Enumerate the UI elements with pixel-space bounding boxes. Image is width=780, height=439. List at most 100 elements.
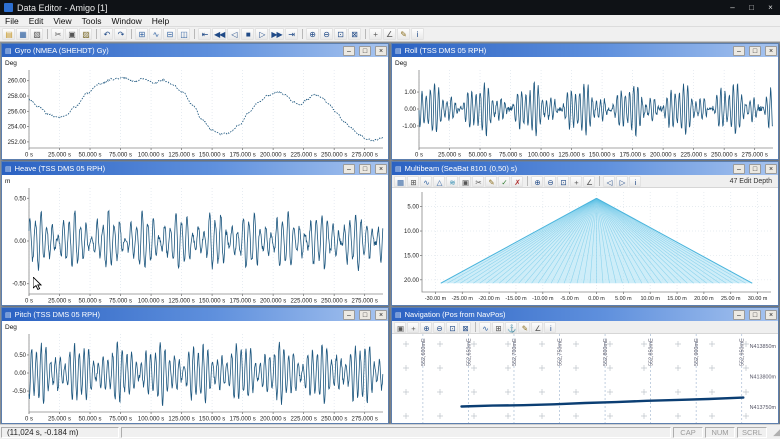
grid-view-icon[interactable]: ⊟ xyxy=(163,28,176,40)
nav-track-icon[interactable]: ∿ xyxy=(479,322,491,333)
print-icon[interactable]: ▧ xyxy=(30,28,43,40)
mb-crosshair-icon[interactable]: + xyxy=(570,176,582,187)
window-heave-maximize-button[interactable]: □ xyxy=(359,164,371,174)
mb-wave-icon[interactable]: ∿ xyxy=(420,176,432,187)
mb-zoom-box-icon[interactable]: ⊡ xyxy=(557,176,569,187)
nav-measure-icon[interactable]: ∠ xyxy=(531,322,543,333)
window-pitch-maximize-button[interactable]: □ xyxy=(359,310,371,320)
multibeam-plot[interactable]: -30.00 m-25.00 m-20.00 m-15.00 m-10.00 m… xyxy=(392,188,778,305)
step-back-icon[interactable]: ◁ xyxy=(227,28,240,40)
window-multibeam-maximize-button[interactable]: □ xyxy=(749,164,761,174)
window-gyro-titlebar[interactable]: ▤ Gyro (NMEA (SHEHDT) Gy) – □ × xyxy=(2,44,388,57)
zoom-extents-icon[interactable]: ⊠ xyxy=(348,28,361,40)
window-gyro-close-button[interactable]: × xyxy=(375,46,387,56)
cut-icon[interactable]: ✂ xyxy=(51,28,64,40)
nav-info-icon[interactable]: i xyxy=(544,322,556,333)
window-multibeam-titlebar[interactable]: ▤ Multibeam (SeaBat 8101 (0,50) s) – □ × xyxy=(392,162,778,175)
table-view-icon[interactable]: ⊞ xyxy=(135,28,148,40)
window-multibeam-minimize-button[interactable]: – xyxy=(733,164,745,174)
mb-prev-icon[interactable]: ◁ xyxy=(603,176,615,187)
zoom-in-icon[interactable]: ⊕ xyxy=(306,28,319,40)
mb-info-icon[interactable]: i xyxy=(629,176,641,187)
play-icon[interactable]: ▷ xyxy=(255,28,268,40)
crosshair-icon[interactable]: + xyxy=(369,28,382,40)
skip-start-icon[interactable]: ⇤ xyxy=(198,28,211,40)
mb-edit-icon[interactable]: ✎ xyxy=(485,176,497,187)
nav-select-icon[interactable]: ▣ xyxy=(394,322,406,333)
graph-view-icon[interactable]: ∿ xyxy=(149,28,162,40)
zoom-out-icon[interactable]: ⊖ xyxy=(320,28,333,40)
skip-end-icon[interactable]: ⇥ xyxy=(285,28,298,40)
mb-swath-icon[interactable]: △ xyxy=(433,176,445,187)
profile-view-icon[interactable]: ◫ xyxy=(177,28,190,40)
window-heave-titlebar[interactable]: ▤ Heave (TSS DMS 05 RPH) – □ × xyxy=(2,162,388,175)
window-multibeam-close-button[interactable]: × xyxy=(765,164,777,174)
mb-select-icon[interactable]: ▣ xyxy=(459,176,471,187)
mb-reject-icon[interactable]: ✗ xyxy=(511,176,523,187)
mb-accept-icon[interactable]: ✓ xyxy=(498,176,510,187)
window-pitch-titlebar[interactable]: ▤ Pitch (TSS DMS 05 RPH) – □ × xyxy=(2,308,388,321)
window-roll-maximize-button[interactable]: □ xyxy=(749,46,761,56)
menu-file[interactable]: File xyxy=(0,16,24,26)
nav-extents-icon[interactable]: ⊠ xyxy=(459,322,471,333)
zoom-window-icon[interactable]: ⊡ xyxy=(334,28,347,40)
app-minimize-button[interactable]: – xyxy=(723,0,742,15)
window-navigation-maximize-button[interactable]: □ xyxy=(749,310,761,320)
stop-icon[interactable]: ■ xyxy=(241,28,254,40)
info-icon[interactable]: i xyxy=(411,28,424,40)
window-roll-minimize-button[interactable]: – xyxy=(733,46,745,56)
menu-edit[interactable]: Edit xyxy=(24,16,49,26)
nav-grid-icon[interactable]: ⊞ xyxy=(492,322,504,333)
mb-angle-icon[interactable]: ∠ xyxy=(583,176,595,187)
copy-icon[interactable]: ▣ xyxy=(65,28,78,40)
window-gyro-minimize-button[interactable]: – xyxy=(343,46,355,56)
paste-icon[interactable]: ▨ xyxy=(79,28,92,40)
mb-table-icon[interactable]: ⊞ xyxy=(407,176,419,187)
menu-view[interactable]: View xyxy=(48,16,76,26)
nav-zoom-in-icon[interactable]: ⊕ xyxy=(420,322,432,333)
window-navigation-minimize-button[interactable]: – xyxy=(733,310,745,320)
nav-zoom-out-icon[interactable]: ⊖ xyxy=(433,322,445,333)
measure-icon[interactable]: ∠ xyxy=(383,28,396,40)
window-gyro-maximize-button[interactable]: □ xyxy=(359,46,371,56)
window-roll-titlebar[interactable]: ▤ Roll (TSS DMS 05 RPH) – □ × xyxy=(392,44,778,57)
navigation-plot[interactable]: 552,600mE552,650mE552,700mE552,750mE552,… xyxy=(392,334,778,423)
nav-pan-icon[interactable]: + xyxy=(407,322,419,333)
menu-help[interactable]: Help xyxy=(147,16,174,26)
fast-forward-icon[interactable]: ▶▶ xyxy=(269,28,283,40)
mb-save-icon[interactable]: ▦ xyxy=(394,176,406,187)
fast-rewind-icon[interactable]: ◀◀ xyxy=(212,28,226,40)
mb-zoom-in-icon[interactable]: ⊕ xyxy=(531,176,543,187)
mb-next-icon[interactable]: ▷ xyxy=(616,176,628,187)
nav-edit-icon[interactable]: ✎ xyxy=(518,322,530,333)
mb-zoom-out-icon[interactable]: ⊖ xyxy=(544,176,556,187)
window-heave-close-button[interactable]: × xyxy=(375,164,387,174)
window-pitch-minimize-button[interactable]: – xyxy=(343,310,355,320)
app-maximize-button[interactable]: □ xyxy=(742,0,761,15)
resize-grip[interactable]: ◢ xyxy=(768,425,780,439)
gyro-plot[interactable]: 0 s25.000 s50.000 s75.000 s100.000 s125.… xyxy=(2,57,388,159)
open-icon[interactable]: ▤ xyxy=(2,28,15,40)
menu-tools[interactable]: Tools xyxy=(77,16,107,26)
redo-icon[interactable]: ↷ xyxy=(114,28,127,40)
mb-beams-icon[interactable]: ≋ xyxy=(446,176,458,187)
nav-anchor-icon[interactable]: ⚓ xyxy=(505,322,517,333)
window-roll-close-button[interactable]: × xyxy=(765,46,777,56)
svg-text:25.000 s: 25.000 s xyxy=(48,299,71,305)
pitch-plot[interactable]: 0 s25.000 s50.000 s75.000 s100.000 s125.… xyxy=(2,321,388,423)
menu-window[interactable]: Window xyxy=(106,16,146,26)
undo-icon[interactable]: ↶ xyxy=(100,28,113,40)
window-pitch-close-button[interactable]: × xyxy=(375,310,387,320)
heave-plot[interactable]: 0 s25.000 s50.000 s75.000 s100.000 s125.… xyxy=(2,175,388,305)
window-navigation-titlebar[interactable]: ▤ Navigation (Pos from NavPos) – □ × xyxy=(392,308,778,321)
window-heave-minimize-button[interactable]: – xyxy=(343,164,355,174)
svg-text:254.00: 254.00 xyxy=(8,125,27,131)
app-titlebar[interactable]: Data Editor - Amigo [1] – □ × xyxy=(0,0,780,15)
save-icon[interactable]: ▦ xyxy=(16,28,29,40)
window-navigation-close-button[interactable]: × xyxy=(765,310,777,320)
roll-plot[interactable]: 0 s25.000 s50.000 s75.000 s100.000 s125.… xyxy=(392,57,778,159)
app-close-button[interactable]: × xyxy=(761,0,780,15)
nav-zoom-box-icon[interactable]: ⊡ xyxy=(446,322,458,333)
mb-erase-icon[interactable]: ✂ xyxy=(472,176,484,187)
edit-icon[interactable]: ✎ xyxy=(397,28,410,40)
